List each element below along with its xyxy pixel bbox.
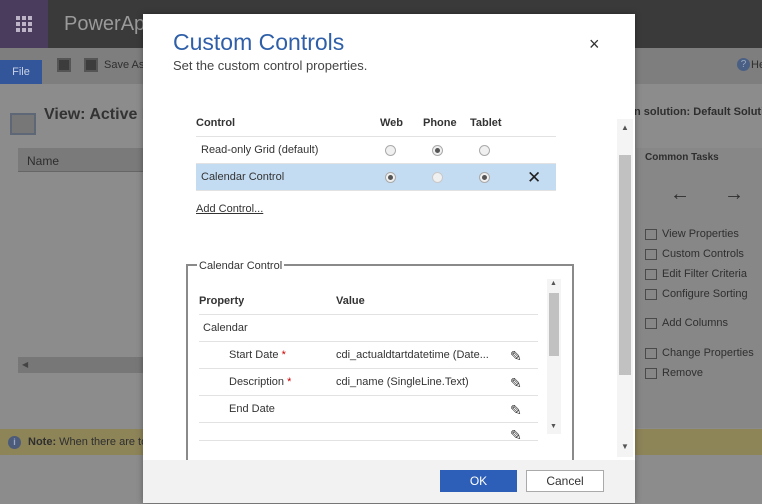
grid-horizontal-scrollbar[interactable]	[18, 357, 144, 373]
property-row-start-date[interactable]: Start Date * cdi_actualdtartdatetime (Da…	[199, 342, 538, 369]
scroll-down-icon[interactable]: ▼	[550, 423, 557, 430]
radio-web[interactable]	[385, 172, 396, 183]
scrollbar-thumb[interactable]	[619, 155, 631, 375]
radio-phone[interactable]	[432, 145, 443, 156]
add-control-link[interactable]: Add Control...	[196, 203, 263, 215]
control-row-read-only-grid[interactable]: Read-only Grid (default)	[196, 137, 556, 164]
radio-tablet[interactable]	[479, 145, 490, 156]
view-icon	[10, 113, 36, 135]
close-icon[interactable]: ×	[589, 34, 600, 55]
sorting-icon	[645, 288, 657, 300]
edit-pencil-icon[interactable]: ✎	[510, 348, 522, 365]
view-properties-icon	[645, 228, 657, 240]
control-name: Calendar Control	[201, 171, 285, 183]
property-row-end-date[interactable]: End Date ✎	[199, 396, 538, 423]
scroll-down-icon[interactable]: ▼	[621, 442, 629, 451]
task-custom-controls[interactable]: Custom Controls	[645, 248, 744, 260]
column-phone: Phone	[423, 117, 457, 129]
file-tab[interactable]: File	[0, 60, 42, 84]
solution-label: n solution: Default Soluti	[634, 106, 762, 118]
control-name: Read-only Grid (default)	[201, 144, 319, 156]
remove-control-icon[interactable]: ✕	[527, 168, 541, 188]
property-name: Description *	[229, 376, 292, 388]
common-tasks-heading: Common Tasks	[645, 152, 719, 163]
help-label[interactable]: He	[751, 59, 762, 71]
column-property: Property	[199, 295, 245, 307]
save-as-label[interactable]: Save As	[104, 59, 144, 71]
property-row-partial: ✎	[199, 423, 538, 441]
help-icon[interactable]: ?	[737, 58, 750, 71]
app-launcher-icon[interactable]	[0, 0, 48, 48]
property-name: Start Date *	[229, 349, 286, 361]
property-value: cdi_actualdtartdatetime (Date...	[336, 349, 489, 361]
filter-icon	[645, 268, 657, 280]
column-value: Value	[336, 295, 365, 307]
note-text: Note: When there are to	[28, 436, 148, 448]
task-edit-filter-criteria[interactable]: Edit Filter Criteria	[645, 268, 747, 280]
column-control: Control	[196, 117, 236, 129]
properties-scrollbar[interactable]: ▲ ▼	[547, 279, 561, 434]
info-icon: i	[8, 436, 21, 449]
edit-pencil-icon[interactable]: ✎	[510, 375, 522, 392]
grid-column-name[interactable]: Name	[27, 154, 59, 168]
edit-pencil-icon[interactable]: ✎	[510, 402, 522, 419]
control-row-calendar-control[interactable]: Calendar Control ✕	[196, 164, 556, 191]
task-add-columns[interactable]: Add Columns	[645, 317, 728, 329]
property-section-calendar: Calendar	[199, 315, 538, 342]
column-tablet: Tablet	[470, 117, 502, 129]
move-right-arrow-icon[interactable]: →	[724, 183, 744, 206]
scrollbar-thumb[interactable]	[549, 293, 559, 356]
scroll-left-icon[interactable]: ◀	[22, 360, 28, 369]
app-title: PowerAp	[64, 13, 146, 35]
section-label: Calendar	[203, 322, 248, 334]
task-configure-sorting[interactable]: Configure Sorting	[645, 288, 748, 300]
custom-controls-dialog: Custom Controls Set the custom control p…	[143, 14, 635, 503]
radio-phone[interactable]	[432, 172, 443, 183]
controls-table-header: Control Web Phone Tablet	[196, 110, 556, 137]
task-remove[interactable]: Remove	[645, 367, 703, 379]
save-as-icon[interactable]	[84, 58, 98, 72]
edit-pencil-icon[interactable]: ✎	[510, 427, 522, 440]
dialog-subtitle: Set the custom control properties.	[173, 58, 368, 73]
view-title: View: Active E	[44, 106, 153, 123]
property-row-description[interactable]: Description * cdi_name (SingleLine.Text)…	[199, 369, 538, 396]
ok-button[interactable]: OK	[440, 470, 517, 492]
property-name: End Date	[229, 403, 275, 415]
task-change-properties[interactable]: Change Properties	[645, 347, 754, 359]
cancel-button[interactable]: Cancel	[526, 470, 604, 492]
custom-controls-icon	[645, 248, 657, 260]
move-left-arrow-icon[interactable]: ←	[670, 183, 690, 206]
task-view-properties[interactable]: View Properties	[645, 228, 739, 240]
change-properties-icon	[645, 347, 657, 359]
save-icon[interactable]	[57, 58, 71, 72]
scroll-up-icon[interactable]: ▲	[621, 123, 629, 132]
property-value: cdi_name (SingleLine.Text)	[336, 376, 469, 388]
properties-table-header: Property Value	[199, 288, 538, 315]
remove-icon	[645, 367, 657, 379]
radio-tablet[interactable]	[479, 172, 490, 183]
column-web: Web	[380, 117, 404, 129]
dialog-title: Custom Controls	[173, 29, 345, 55]
add-columns-icon	[645, 317, 657, 329]
scroll-up-icon[interactable]: ▲	[550, 280, 557, 287]
radio-web[interactable]	[385, 145, 396, 156]
group-title: Calendar Control	[197, 260, 285, 272]
dialog-scrollbar[interactable]: ▲ ▼	[617, 119, 633, 457]
